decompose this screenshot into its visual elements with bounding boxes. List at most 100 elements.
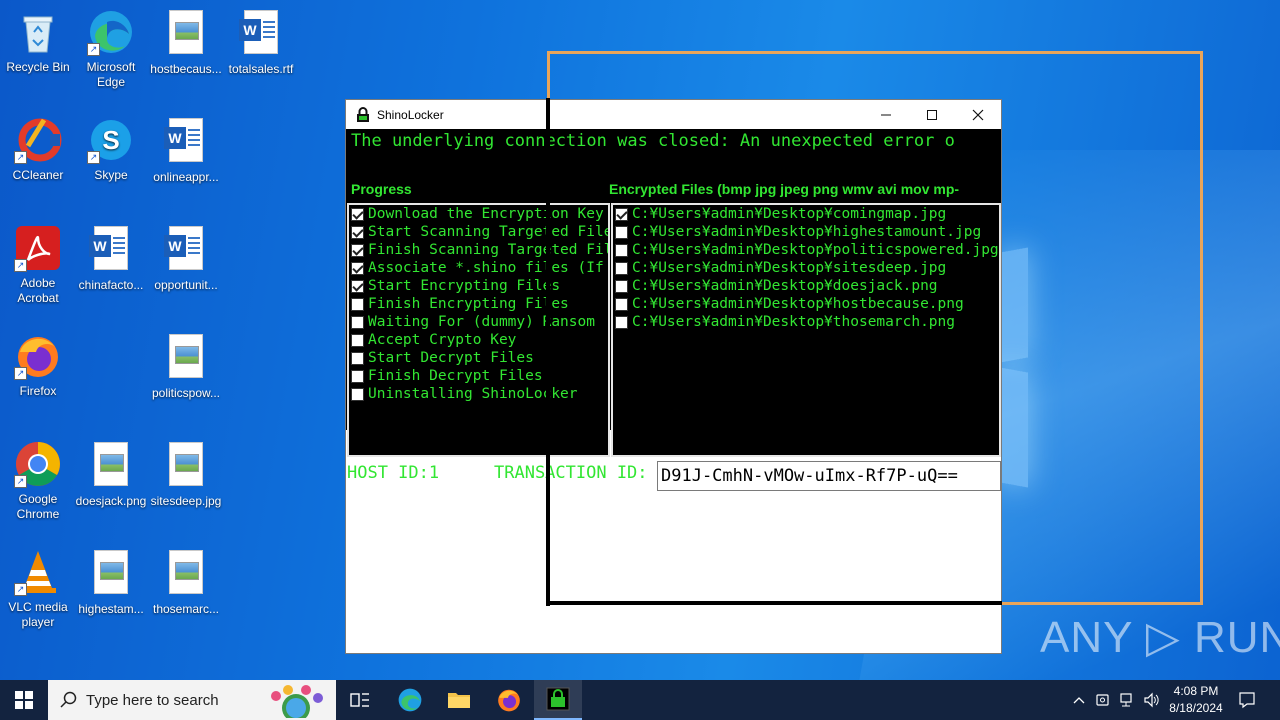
taskbar-shinolocker[interactable] bbox=[534, 680, 582, 720]
desktop-icon-thosemarc[interactable]: thosemarc... bbox=[148, 548, 224, 617]
checkbox[interactable] bbox=[615, 243, 628, 257]
desktop-icon-onlineappr[interactable]: W onlineappr... bbox=[148, 116, 224, 185]
list-item[interactable]: Finish Encrypting Files bbox=[349, 295, 608, 313]
checkbox[interactable] bbox=[615, 279, 628, 293]
shortcut-arrow-icon: ↗ bbox=[87, 151, 100, 164]
list-item[interactable]: C:¥Users¥admin¥Desktop¥highestamount.jpg bbox=[613, 223, 999, 241]
checkbox[interactable] bbox=[615, 207, 628, 221]
checkbox[interactable] bbox=[351, 261, 364, 275]
selection-line bbox=[546, 601, 1002, 605]
desktop-icon-ccleaner[interactable]: ↗ CCleaner bbox=[0, 116, 76, 183]
list-item[interactable]: C:¥Users¥admin¥Desktop¥sitesdeep.jpg bbox=[613, 259, 999, 277]
desktop-icon-highestam[interactable]: highestam... bbox=[73, 548, 149, 617]
recycle-bin-icon bbox=[14, 8, 62, 56]
shinolocker-window[interactable]: ShinoLocker The underlying connection wa… bbox=[345, 99, 1002, 654]
list-item[interactable]: Uninstalling ShinoLocker bbox=[349, 385, 608, 403]
list-item[interactable]: Finish Decrypt Files bbox=[349, 367, 608, 385]
desktop-icon-label: doesjack.png bbox=[75, 494, 147, 508]
title-bar[interactable]: ShinoLocker bbox=[346, 100, 1001, 129]
minimize-button[interactable] bbox=[863, 100, 909, 129]
maximize-icon bbox=[927, 109, 937, 120]
list-item[interactable]: C:¥Users¥admin¥Desktop¥hostbecause.png bbox=[613, 295, 999, 313]
list-item[interactable]: C:¥Users¥admin¥Desktop¥doesjack.png bbox=[613, 277, 999, 295]
desktop-icon-doesjack[interactable]: doesjack.png bbox=[73, 440, 149, 509]
taskbar-search[interactable]: Type here to search bbox=[48, 680, 336, 720]
desktop-icon-chinafacto[interactable]: W chinafacto... bbox=[73, 224, 149, 293]
encrypted-files-heading: Encrypted Files (bmp jpg jpeg png wmv av… bbox=[609, 181, 960, 197]
list-item-label: C:¥Users¥admin¥Desktop¥comingmap.jpg bbox=[632, 206, 947, 222]
list-item[interactable]: Waiting For (dummy) Ransom bbox=[349, 313, 608, 331]
vlc-icon: ↗ bbox=[14, 548, 62, 596]
list-item-label: C:¥Users¥admin¥Desktop¥hostbecause.png bbox=[632, 296, 964, 312]
checkbox[interactable] bbox=[615, 225, 628, 239]
chevron-up-icon bbox=[1073, 697, 1085, 704]
progress-heading: Progress bbox=[351, 181, 412, 197]
word-document-icon: W bbox=[237, 10, 285, 58]
desktop-icon-recycle-bin[interactable]: Recycle Bin bbox=[0, 8, 76, 75]
chrome-icon: ↗ bbox=[14, 440, 62, 488]
list-item[interactable]: C:¥Users¥admin¥Desktop¥comingmap.jpg bbox=[613, 205, 999, 223]
desktop-icon-opportunit[interactable]: W opportunit... bbox=[148, 224, 224, 293]
list-item[interactable]: Start Encrypting Files bbox=[349, 277, 608, 295]
list-item-label: C:¥Users¥admin¥Desktop¥politicspowered.j… bbox=[632, 242, 999, 258]
checkbox[interactable] bbox=[351, 207, 364, 221]
checkbox[interactable] bbox=[351, 243, 364, 257]
list-item[interactable]: Associate *.shino files (If ad bbox=[349, 259, 608, 277]
taskbar-firefox[interactable] bbox=[485, 680, 533, 720]
list-item[interactable]: Download the Encryption Key bbox=[349, 205, 608, 223]
desktop-icon-politicspow[interactable]: politicspow... bbox=[148, 332, 224, 401]
checkbox[interactable] bbox=[351, 333, 364, 347]
notifications-button[interactable] bbox=[1232, 680, 1262, 720]
task-view-button[interactable] bbox=[336, 680, 384, 720]
checkbox[interactable] bbox=[351, 297, 364, 311]
encrypted-files-list[interactable]: C:¥Users¥admin¥Desktop¥comingmap.jpg C:¥U… bbox=[611, 203, 1001, 457]
desktop-icon-edge[interactable]: ↗ Microsoft Edge bbox=[73, 8, 149, 90]
taskbar-clock[interactable]: 4:08 PM 8/18/2024 bbox=[1156, 683, 1236, 717]
list-item[interactable]: Start Decrypt Files bbox=[349, 349, 608, 367]
maximize-button[interactable] bbox=[909, 100, 955, 129]
list-item[interactable]: C:¥Users¥admin¥Desktop¥politicspowered.j… bbox=[613, 241, 999, 259]
tray-meet-now[interactable] bbox=[1092, 680, 1114, 720]
checkbox[interactable] bbox=[351, 351, 364, 365]
list-item[interactable]: Finish Scanning Targeted Files bbox=[349, 241, 608, 259]
list-item-label: Finish Decrypt Files bbox=[368, 368, 543, 384]
desktop-icon-totalsales[interactable]: W totalsales.rtf bbox=[223, 8, 299, 77]
close-button[interactable] bbox=[955, 100, 1001, 129]
image-file-icon bbox=[162, 550, 210, 598]
checkbox[interactable] bbox=[351, 279, 364, 293]
desktop-icon-hostbecause[interactable]: hostbecaus... bbox=[148, 8, 224, 77]
desktop-icon-skype[interactable]: S ↗ Skype bbox=[73, 116, 149, 183]
list-item[interactable]: C:¥Users¥admin¥Desktop¥thosemarch.png bbox=[613, 313, 999, 331]
desktop-icon-label: totalsales.rtf bbox=[228, 62, 294, 76]
ccleaner-icon: ↗ bbox=[14, 116, 62, 164]
checkbox[interactable] bbox=[615, 315, 628, 329]
taskbar-file-explorer[interactable] bbox=[435, 680, 483, 720]
desktop-icon-sitesdeep[interactable]: sitesdeep.jpg bbox=[148, 440, 224, 509]
taskbar-edge[interactable] bbox=[386, 680, 434, 720]
checkbox[interactable] bbox=[615, 261, 628, 275]
desktop-icon-chrome[interactable]: ↗ Google Chrome bbox=[0, 440, 76, 522]
tray-network[interactable] bbox=[1116, 680, 1138, 720]
list-item[interactable]: Start Scanning Targeted Files bbox=[349, 223, 608, 241]
shortcut-arrow-icon: ↗ bbox=[14, 367, 27, 380]
checkbox[interactable] bbox=[351, 315, 364, 329]
checkbox[interactable] bbox=[351, 387, 364, 401]
progress-list[interactable]: Download the Encryption Key Start Scannin… bbox=[347, 203, 610, 457]
checkbox[interactable] bbox=[351, 225, 364, 239]
list-item[interactable]: Accept Crypto Key bbox=[349, 331, 608, 349]
desktop-icon-label: politicspow... bbox=[151, 386, 221, 400]
checkbox[interactable] bbox=[351, 369, 364, 383]
desktop-icon-adobe-acrobat[interactable]: ↗ Adobe Acrobat bbox=[0, 224, 76, 306]
desktop-icon-label: CCleaner bbox=[12, 168, 64, 182]
transaction-id-field[interactable]: D91J-CmhN-vMOw-uImx-Rf7P-uQ== bbox=[657, 461, 1001, 491]
shinolocker-lock-icon bbox=[546, 687, 570, 711]
start-button[interactable] bbox=[0, 680, 48, 720]
transaction-id-label: TRANSACTION ID: bbox=[494, 463, 648, 483]
minimize-icon bbox=[881, 114, 891, 115]
desktop-icon-firefox[interactable]: ↗ Firefox bbox=[0, 332, 76, 399]
show-hidden-icons-button[interactable] bbox=[1068, 680, 1090, 720]
checkbox[interactable] bbox=[615, 297, 628, 311]
desktop-icon-vlc[interactable]: ↗ VLC media player bbox=[0, 548, 76, 630]
windows-logo-icon bbox=[15, 691, 33, 709]
folder-icon bbox=[448, 693, 470, 708]
